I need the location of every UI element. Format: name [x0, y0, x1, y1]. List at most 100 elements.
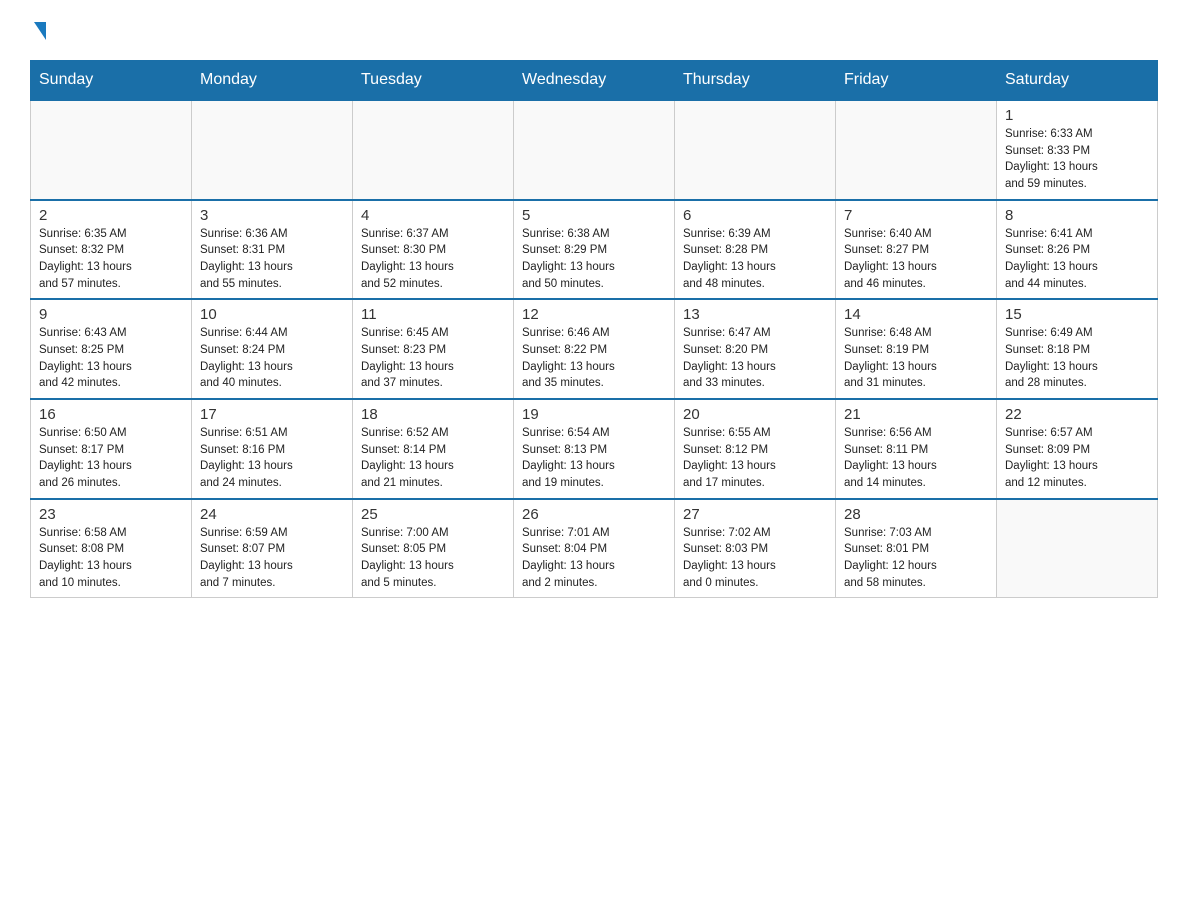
calendar-header-row: SundayMondayTuesdayWednesdayThursdayFrid…	[31, 61, 1158, 101]
calendar-cell: 28 Sunrise: 7:03 AM Sunset: 8:01 PM Dayli…	[836, 499, 997, 598]
day-info: Sunrise: 6:51 AM Sunset: 8:16 PM Dayligh…	[200, 425, 344, 492]
day-number: 15	[1005, 306, 1149, 323]
calendar-cell: 22 Sunrise: 6:57 AM Sunset: 8:09 PM Dayli…	[997, 399, 1158, 499]
day-number: 1	[1005, 107, 1149, 124]
calendar-cell: 4 Sunrise: 6:37 AM Sunset: 8:30 PM Daylig…	[353, 200, 514, 300]
calendar-cell: 20 Sunrise: 6:55 AM Sunset: 8:12 PM Dayli…	[675, 399, 836, 499]
calendar-week-row: 23 Sunrise: 6:58 AM Sunset: 8:08 PM Dayli…	[31, 499, 1158, 598]
calendar-cell: 8Sunrise: 6:41 AM Sunset: 8:26 PM Daylig…	[997, 200, 1158, 300]
day-info: Sunrise: 6:37 AM Sunset: 8:30 PM Dayligh…	[361, 226, 505, 293]
day-info: Sunrise: 6:36 AM Sunset: 8:31 PM Dayligh…	[200, 226, 344, 293]
logo-arrow-icon	[34, 22, 46, 40]
day-info: Sunrise: 6:45 AM Sunset: 8:23 PM Dayligh…	[361, 325, 505, 392]
weekday-header-sunday: Sunday	[31, 61, 192, 101]
day-number: 25	[361, 506, 505, 523]
day-number: 5	[522, 207, 666, 224]
calendar-cell: 9 Sunrise: 6:43 AM Sunset: 8:25 PM Daylig…	[31, 299, 192, 399]
day-number: 10	[200, 306, 344, 323]
day-info: Sunrise: 7:00 AM Sunset: 8:05 PM Dayligh…	[361, 525, 505, 592]
day-number: 12	[522, 306, 666, 323]
day-info: Sunrise: 6:35 AM Sunset: 8:32 PM Dayligh…	[39, 226, 183, 293]
weekday-header-friday: Friday	[836, 61, 997, 101]
calendar-cell: 1Sunrise: 6:33 AM Sunset: 8:33 PM Daylig…	[997, 100, 1158, 200]
calendar-cell: 3 Sunrise: 6:36 AM Sunset: 8:31 PM Daylig…	[192, 200, 353, 300]
day-number: 13	[683, 306, 827, 323]
calendar-cell: 14 Sunrise: 6:48 AM Sunset: 8:19 PM Dayli…	[836, 299, 997, 399]
day-number: 3	[200, 207, 344, 224]
day-info: Sunrise: 6:44 AM Sunset: 8:24 PM Dayligh…	[200, 325, 344, 392]
day-info: Sunrise: 7:01 AM Sunset: 8:04 PM Dayligh…	[522, 525, 666, 592]
logo	[30, 20, 46, 40]
day-info: Sunrise: 6:43 AM Sunset: 8:25 PM Dayligh…	[39, 325, 183, 392]
calendar-cell: 10 Sunrise: 6:44 AM Sunset: 8:24 PM Dayli…	[192, 299, 353, 399]
calendar-week-row: 16 Sunrise: 6:50 AM Sunset: 8:17 PM Dayli…	[31, 399, 1158, 499]
day-info: Sunrise: 6:48 AM Sunset: 8:19 PM Dayligh…	[844, 325, 988, 392]
day-number: 8	[1005, 207, 1149, 224]
calendar-cell: 11 Sunrise: 6:45 AM Sunset: 8:23 PM Dayli…	[353, 299, 514, 399]
calendar-cell	[192, 100, 353, 200]
day-number: 14	[844, 306, 988, 323]
day-info: Sunrise: 6:55 AM Sunset: 8:12 PM Dayligh…	[683, 425, 827, 492]
day-number: 18	[361, 406, 505, 423]
calendar-cell	[675, 100, 836, 200]
calendar-cell: 19 Sunrise: 6:54 AM Sunset: 8:13 PM Dayli…	[514, 399, 675, 499]
calendar-cell: 7 Sunrise: 6:40 AM Sunset: 8:27 PM Daylig…	[836, 200, 997, 300]
calendar-cell: 17 Sunrise: 6:51 AM Sunset: 8:16 PM Dayli…	[192, 399, 353, 499]
day-number: 27	[683, 506, 827, 523]
calendar-cell	[836, 100, 997, 200]
calendar-week-row: 1Sunrise: 6:33 AM Sunset: 8:33 PM Daylig…	[31, 100, 1158, 200]
day-info: Sunrise: 6:58 AM Sunset: 8:08 PM Dayligh…	[39, 525, 183, 592]
calendar-cell: 21 Sunrise: 6:56 AM Sunset: 8:11 PM Dayli…	[836, 399, 997, 499]
calendar-week-row: 2 Sunrise: 6:35 AM Sunset: 8:32 PM Daylig…	[31, 200, 1158, 300]
day-number: 26	[522, 506, 666, 523]
calendar-cell: 16 Sunrise: 6:50 AM Sunset: 8:17 PM Dayli…	[31, 399, 192, 499]
day-number: 23	[39, 506, 183, 523]
day-number: 22	[1005, 406, 1149, 423]
day-info: Sunrise: 7:03 AM Sunset: 8:01 PM Dayligh…	[844, 525, 988, 592]
day-number: 7	[844, 207, 988, 224]
day-number: 20	[683, 406, 827, 423]
day-number: 17	[200, 406, 344, 423]
day-number: 24	[200, 506, 344, 523]
day-info: Sunrise: 6:54 AM Sunset: 8:13 PM Dayligh…	[522, 425, 666, 492]
day-info: Sunrise: 6:52 AM Sunset: 8:14 PM Dayligh…	[361, 425, 505, 492]
day-info: Sunrise: 7:02 AM Sunset: 8:03 PM Dayligh…	[683, 525, 827, 592]
day-number: 2	[39, 207, 183, 224]
calendar-cell: 25 Sunrise: 7:00 AM Sunset: 8:05 PM Dayli…	[353, 499, 514, 598]
calendar-cell: 12 Sunrise: 6:46 AM Sunset: 8:22 PM Dayli…	[514, 299, 675, 399]
weekday-header-thursday: Thursday	[675, 61, 836, 101]
day-number: 28	[844, 506, 988, 523]
calendar-cell: 18 Sunrise: 6:52 AM Sunset: 8:14 PM Dayli…	[353, 399, 514, 499]
calendar-table: SundayMondayTuesdayWednesdayThursdayFrid…	[30, 60, 1158, 598]
weekday-header-monday: Monday	[192, 61, 353, 101]
calendar-cell: 26 Sunrise: 7:01 AM Sunset: 8:04 PM Dayli…	[514, 499, 675, 598]
page-header	[30, 20, 1158, 40]
calendar-cell: 13 Sunrise: 6:47 AM Sunset: 8:20 PM Dayli…	[675, 299, 836, 399]
day-number: 4	[361, 207, 505, 224]
day-info: Sunrise: 6:49 AM Sunset: 8:18 PM Dayligh…	[1005, 325, 1149, 392]
calendar-cell	[353, 100, 514, 200]
day-number: 21	[844, 406, 988, 423]
calendar-cell: 23 Sunrise: 6:58 AM Sunset: 8:08 PM Dayli…	[31, 499, 192, 598]
weekday-header-tuesday: Tuesday	[353, 61, 514, 101]
day-info: Sunrise: 6:50 AM Sunset: 8:17 PM Dayligh…	[39, 425, 183, 492]
calendar-cell	[514, 100, 675, 200]
weekday-header-wednesday: Wednesday	[514, 61, 675, 101]
day-number: 9	[39, 306, 183, 323]
day-info: Sunrise: 6:39 AM Sunset: 8:28 PM Dayligh…	[683, 226, 827, 293]
day-info: Sunrise: 6:47 AM Sunset: 8:20 PM Dayligh…	[683, 325, 827, 392]
day-info: Sunrise: 6:38 AM Sunset: 8:29 PM Dayligh…	[522, 226, 666, 293]
calendar-cell: 6Sunrise: 6:39 AM Sunset: 8:28 PM Daylig…	[675, 200, 836, 300]
calendar-cell	[31, 100, 192, 200]
day-info: Sunrise: 6:46 AM Sunset: 8:22 PM Dayligh…	[522, 325, 666, 392]
day-number: 16	[39, 406, 183, 423]
calendar-cell: 27 Sunrise: 7:02 AM Sunset: 8:03 PM Dayli…	[675, 499, 836, 598]
day-info: Sunrise: 6:40 AM Sunset: 8:27 PM Dayligh…	[844, 226, 988, 293]
day-info: Sunrise: 6:56 AM Sunset: 8:11 PM Dayligh…	[844, 425, 988, 492]
calendar-cell: 2 Sunrise: 6:35 AM Sunset: 8:32 PM Daylig…	[31, 200, 192, 300]
day-number: 19	[522, 406, 666, 423]
day-info: Sunrise: 6:57 AM Sunset: 8:09 PM Dayligh…	[1005, 425, 1149, 492]
day-info: Sunrise: 6:59 AM Sunset: 8:07 PM Dayligh…	[200, 525, 344, 592]
day-number: 11	[361, 306, 505, 323]
calendar-cell: 5 Sunrise: 6:38 AM Sunset: 8:29 PM Daylig…	[514, 200, 675, 300]
